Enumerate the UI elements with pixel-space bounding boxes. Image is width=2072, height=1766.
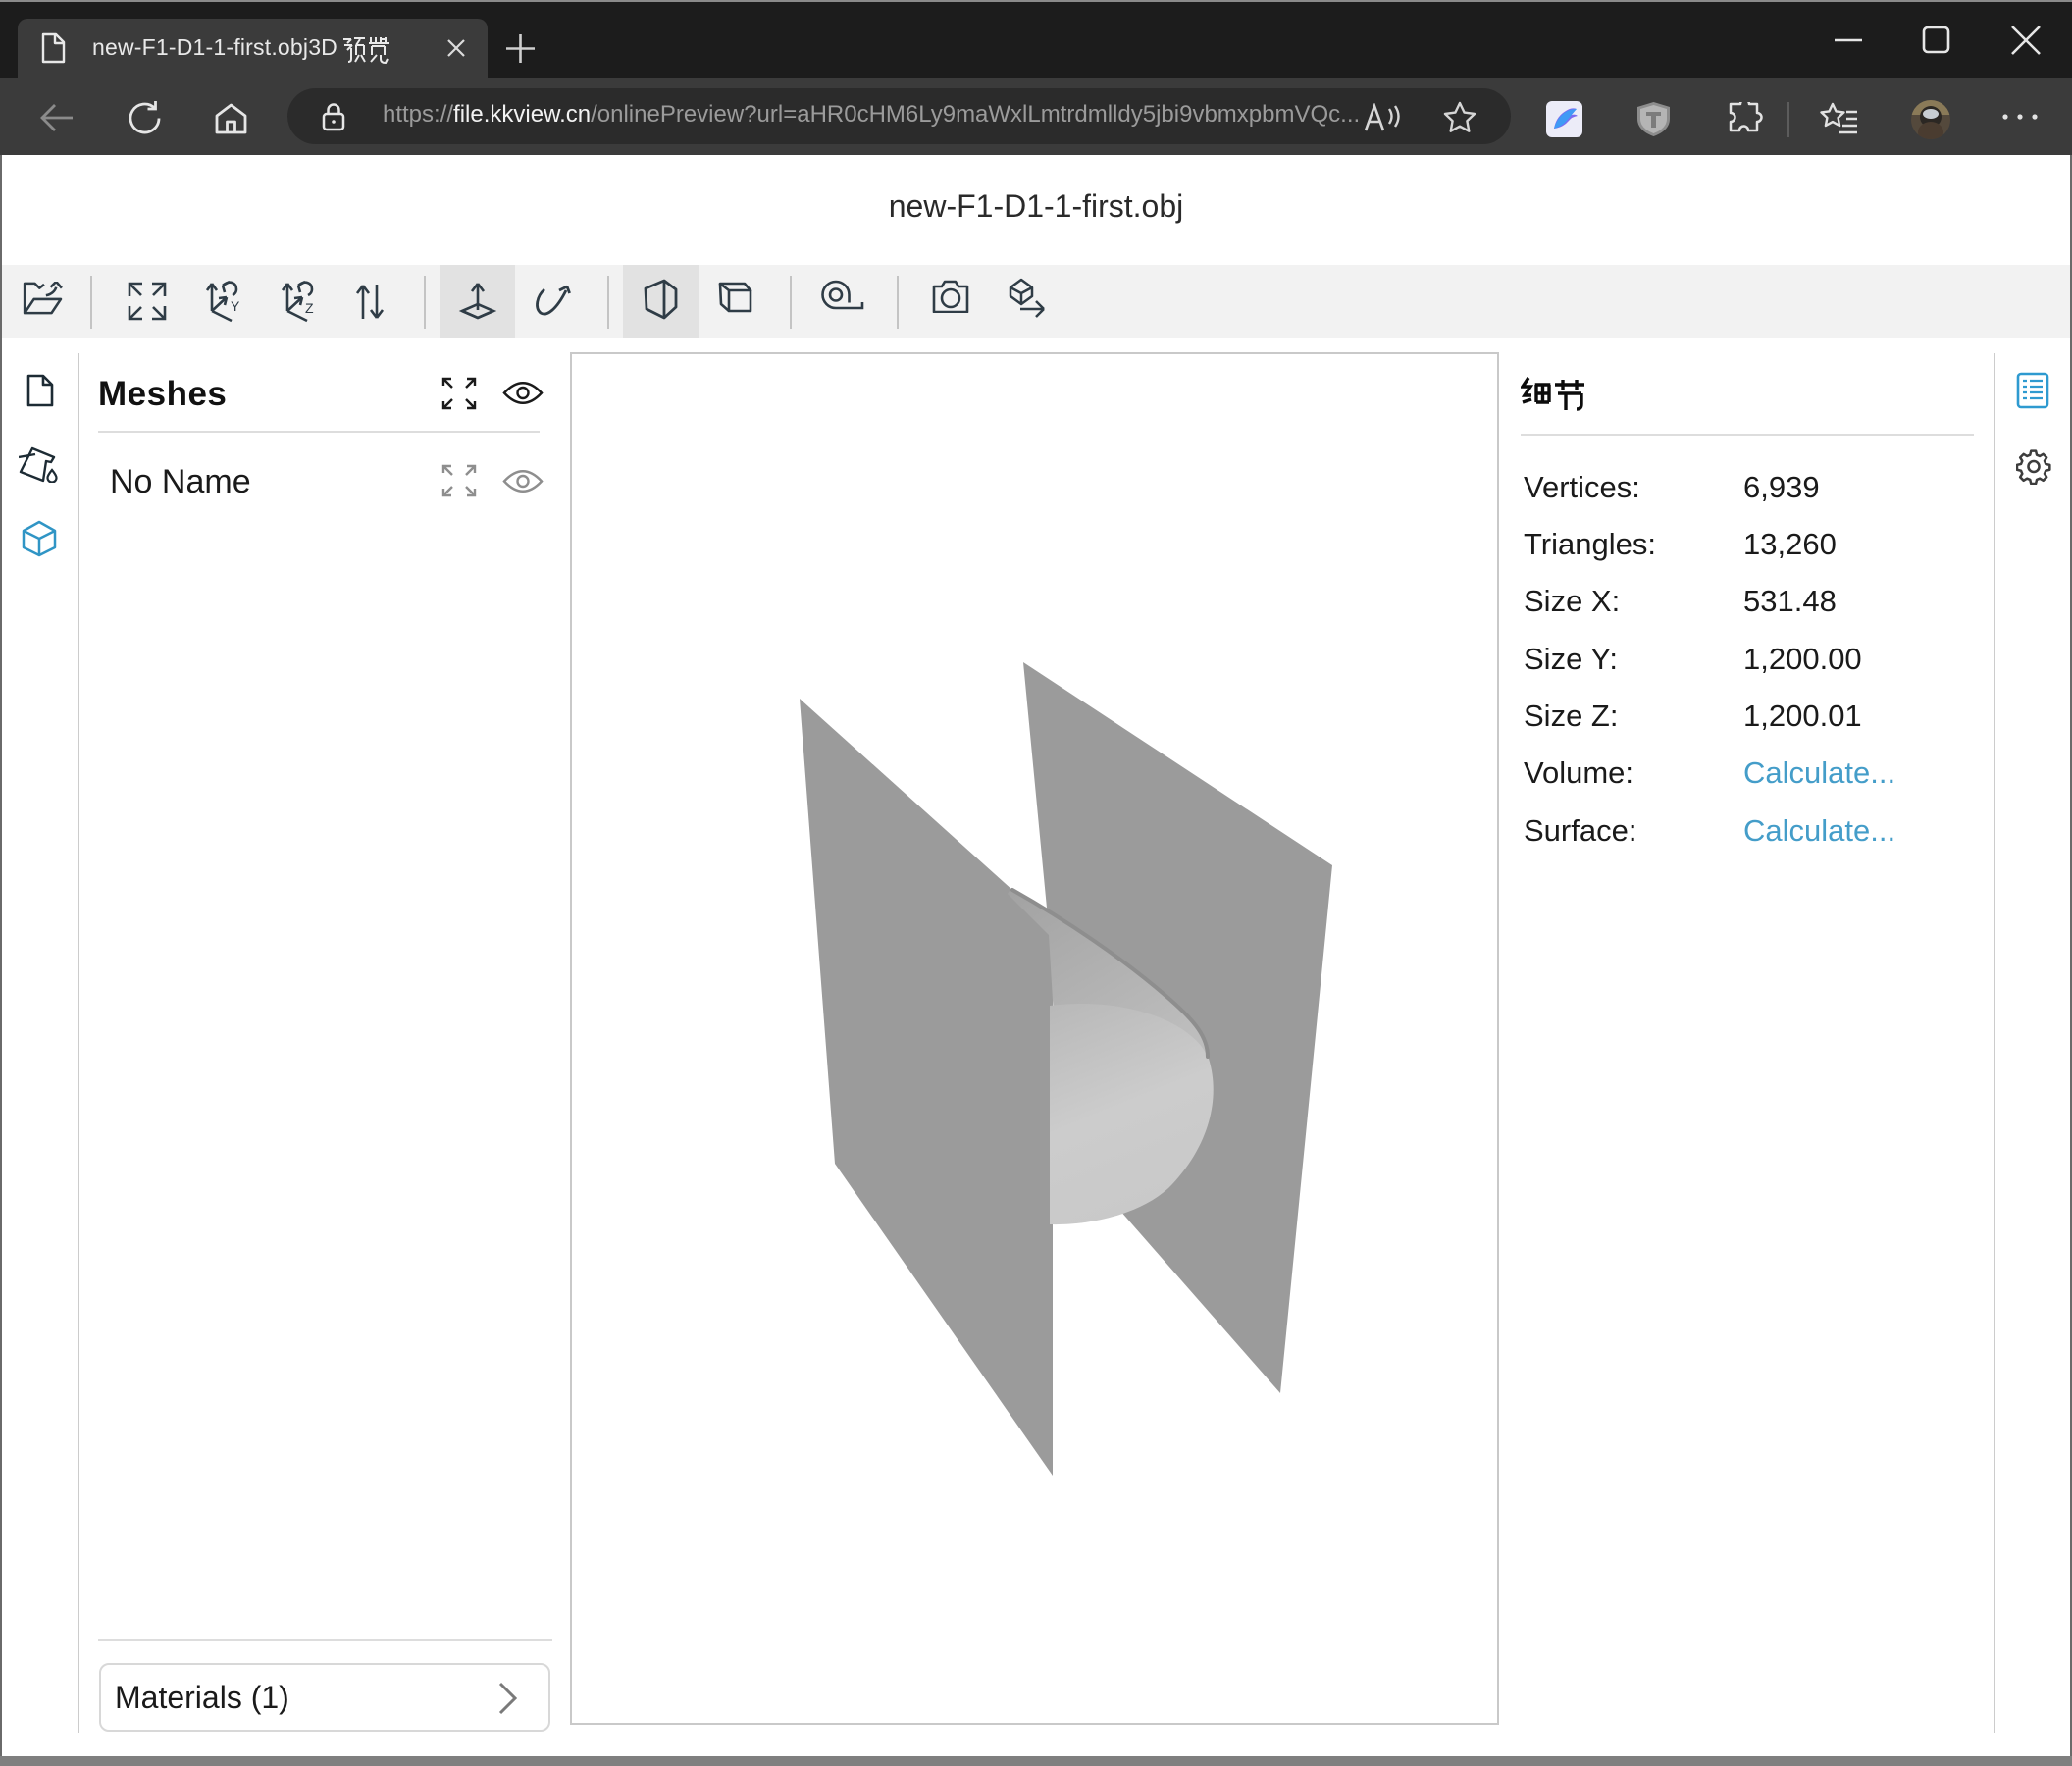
svg-text:Z: Z — [305, 300, 314, 316]
svg-text:Y: Y — [231, 298, 240, 314]
